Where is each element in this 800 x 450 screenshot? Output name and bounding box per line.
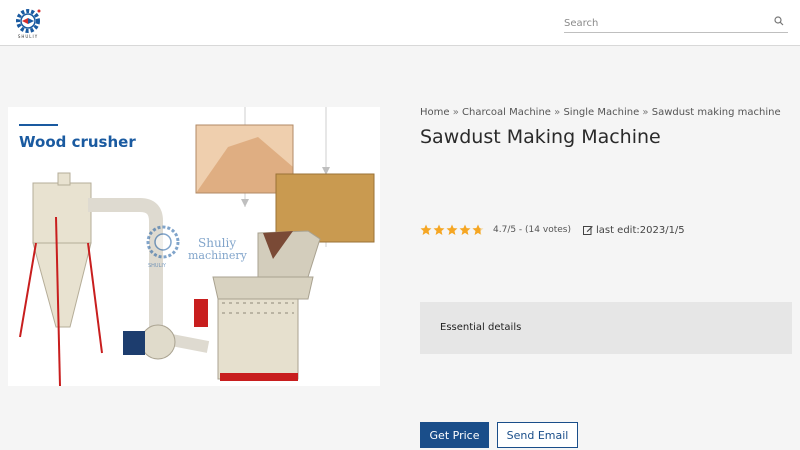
watermark-line2: machinery [188, 249, 248, 262]
get-price-button[interactable]: Get Price [420, 422, 489, 448]
page-title: Sawdust Making Machine [420, 126, 661, 148]
product-image[interactable]: Wood crusher Shuliy machinery SHULIY [8, 107, 380, 386]
rating-text: 4.7/5 - (14 votes) [493, 225, 571, 235]
rating: 4.7/5 - (14 votes) last edit:2023/1/5 [420, 223, 685, 237]
last-edit: last edit:2023/1/5 [582, 224, 685, 236]
star-half-icon[interactable] [472, 224, 484, 236]
watermark-line1: Shuliy [198, 236, 236, 250]
breadcrumb-charcoal-machine[interactable]: Charcoal Machine [462, 107, 551, 118]
breadcrumb: Home » Charcoal Machine » Single Machine… [420, 107, 781, 118]
image-heading: Wood crusher [19, 133, 136, 151]
star-icon[interactable] [446, 224, 458, 236]
watermark-brand: SHULIY [148, 263, 167, 269]
site-header: SHULIY [0, 0, 800, 46]
logo-gear-icon [16, 9, 41, 33]
essential-details-panel[interactable]: Essential details [420, 302, 792, 354]
send-email-button[interactable]: Send Email [497, 422, 578, 448]
search-icon[interactable] [774, 16, 784, 26]
star-icon[interactable] [420, 224, 432, 236]
wood-crusher-illustration: Wood crusher Shuliy machinery SHULIY [8, 107, 380, 386]
breadcrumb-separator: » [554, 107, 561, 118]
last-edit-text: last edit:2023/1/5 [595, 224, 685, 236]
star-rating[interactable] [420, 224, 484, 236]
breadcrumb-single-machine[interactable]: Single Machine [563, 107, 639, 118]
site-logo[interactable]: SHULIY [11, 7, 45, 41]
breadcrumb-separator: » [642, 107, 649, 118]
breadcrumb-current: Sawdust making machine [651, 107, 781, 118]
star-icon[interactable] [433, 224, 445, 236]
search-box[interactable] [564, 11, 788, 34]
breadcrumb-home[interactable]: Home [420, 107, 450, 118]
search-input[interactable] [564, 13, 764, 34]
essential-details-label: Essential details [440, 322, 522, 333]
edit-icon [582, 226, 593, 235]
logo-text: SHULIY [17, 34, 39, 39]
breadcrumb-separator: » [452, 107, 459, 118]
star-icon[interactable] [459, 224, 471, 236]
